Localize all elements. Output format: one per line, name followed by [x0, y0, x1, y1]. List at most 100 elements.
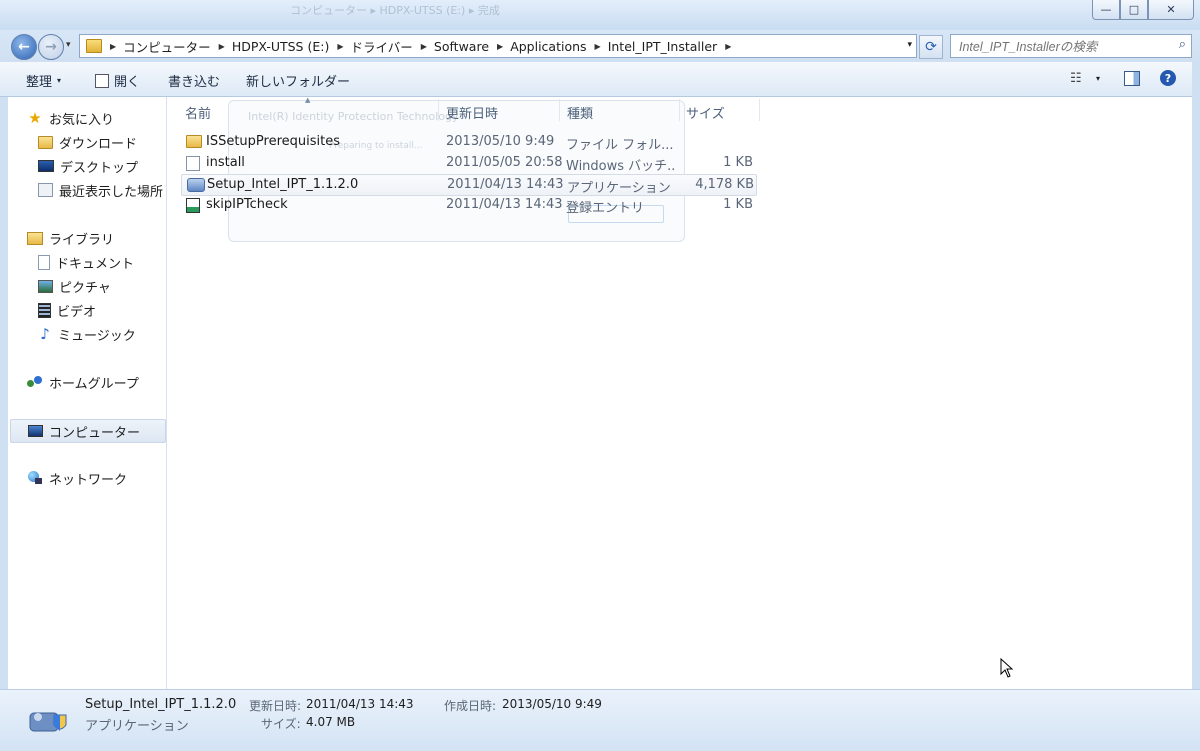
- file-name: skipIPTcheck: [206, 197, 288, 212]
- command-bar: 整理 ▾ 開く 書き込む 新しいフォルダー ☷ ▾ ?: [0, 62, 1192, 97]
- search-input[interactable]: [957, 37, 1166, 57]
- organize-button[interactable]: 整理 ▾: [26, 71, 61, 90]
- nav-pictures[interactable]: ピクチャ: [38, 275, 111, 297]
- application-icon: [187, 178, 205, 192]
- close-button[interactable]: ✕: [1148, 0, 1194, 20]
- open-label: 開く: [114, 75, 141, 90]
- nav-favorites[interactable]: ★ お気に入り: [27, 107, 114, 129]
- minimize-button[interactable]: —: [1092, 0, 1120, 20]
- search-icon[interactable]: ⌕: [1179, 37, 1186, 52]
- details-created-label: 作成日時:: [444, 699, 497, 713]
- nav-label: 最近表示した場所: [59, 184, 164, 200]
- nav-label: デスクトップ: [60, 160, 139, 176]
- column-header-type[interactable]: 種類: [567, 103, 593, 122]
- desktop-icon: [38, 160, 54, 172]
- open-button[interactable]: 開く: [95, 71, 140, 90]
- file-type: Windows バッチ...: [566, 159, 676, 174]
- breadcrumb-software[interactable]: Software: [434, 39, 489, 54]
- column-divider[interactable]: [759, 99, 760, 121]
- navigation-pane: ★ お気に入り ダウンロード デスクトップ 最近表示した場所 ライブラリ ドキュメ…: [8, 97, 167, 689]
- views-icon[interactable]: ☷: [1070, 71, 1082, 86]
- nav-network[interactable]: ネットワーク: [27, 467, 127, 489]
- chevron-right-icon[interactable]: ▶: [219, 42, 225, 51]
- sort-ascending-icon: ▲: [305, 96, 311, 104]
- nav-downloads[interactable]: ダウンロード: [38, 131, 137, 153]
- breadcrumb-drive[interactable]: HDPX-UTSS (E:): [232, 39, 330, 54]
- file-name: install: [206, 155, 245, 170]
- details-size-value: 4.07 MB: [306, 715, 356, 729]
- nav-videos[interactable]: ビデオ: [38, 299, 96, 321]
- nav-label: お気に入り: [49, 112, 115, 128]
- nav-homegroup[interactable]: ホームグループ: [27, 371, 139, 393]
- forward-button[interactable]: →: [38, 34, 64, 60]
- breadcrumb-applications[interactable]: Applications: [510, 39, 586, 54]
- file-row-selected[interactable]: Setup_Intel_IPT_1.1.2.0 2011/04/13 14:43…: [181, 174, 757, 196]
- chevron-right-icon[interactable]: ▶: [421, 42, 427, 51]
- search-box[interactable]: ⌕: [950, 34, 1192, 58]
- file-row[interactable]: ISSetupPrerequisites 2013/05/10 9:49 ファイ…: [181, 132, 755, 153]
- file-row[interactable]: skipIPTcheck 2011/04/13 14:43 登録エントリ 1 K…: [181, 195, 755, 216]
- star-icon: ★: [28, 109, 42, 127]
- file-row[interactable]: install 2011/05/05 20:58 Windows バッチ... …: [181, 153, 755, 174]
- column-header-size[interactable]: サイズ: [686, 103, 725, 122]
- chevron-down-icon[interactable]: ▾: [1096, 74, 1100, 83]
- file-type: ファイル フォル...: [566, 138, 674, 153]
- nav-music[interactable]: ♪ ミュージック: [38, 323, 136, 345]
- pictures-icon: [38, 279, 53, 293]
- downloads-folder-icon: [38, 135, 53, 149]
- breadcrumb-computer[interactable]: コンピューター: [123, 37, 211, 56]
- refresh-icon: ⟳: [925, 39, 937, 55]
- folder-icon: [186, 135, 202, 148]
- chevron-right-icon[interactable]: ▶: [595, 42, 601, 51]
- address-row: ← → ▾ ▶ コンピューター ▶ HDPX-UTSS (E:) ▶ ドライバー…: [0, 30, 1200, 62]
- nav-libraries[interactable]: ライブラリ: [27, 227, 114, 249]
- forward-arrow-icon: →: [45, 39, 57, 55]
- breadcrumb-drivers[interactable]: ドライバー: [351, 37, 413, 56]
- window-controls: — □ ✕: [1092, 0, 1194, 20]
- new-folder-label: 新しいフォルダー: [246, 75, 351, 90]
- address-bar[interactable]: ▶ コンピューター ▶ HDPX-UTSS (E:) ▶ ドライバー ▶ Sof…: [79, 34, 917, 58]
- chevron-right-icon[interactable]: ▶: [337, 42, 343, 51]
- chevron-right-icon[interactable]: ▶: [725, 42, 731, 51]
- music-note-icon: ♪: [40, 325, 50, 343]
- help-icon[interactable]: ?: [1160, 70, 1176, 86]
- preview-pane-icon[interactable]: [1124, 71, 1140, 86]
- details-modified-label: 更新日時:: [249, 699, 302, 713]
- nav-label: ライブラリ: [49, 232, 115, 248]
- nav-recent-places[interactable]: 最近表示した場所: [38, 179, 163, 201]
- column-divider[interactable]: [559, 99, 560, 121]
- burn-button[interactable]: 書き込む: [168, 71, 220, 90]
- details-created-value: 2013/05/10 9:49: [502, 697, 602, 711]
- nav-computer[interactable]: コンピューター: [10, 419, 166, 443]
- documents-icon: [38, 254, 50, 270]
- recent-pages-dropdown[interactable]: ▾: [66, 40, 71, 50]
- file-type: アプリケーション: [567, 181, 671, 196]
- address-dropdown-icon[interactable]: ▾: [907, 40, 912, 50]
- chevron-right-icon[interactable]: ▶: [497, 42, 503, 51]
- file-date: 2011/04/13 14:43: [446, 197, 563, 212]
- column-header-date[interactable]: 更新日時: [446, 103, 498, 122]
- breadcrumb-intel-ipt-installer[interactable]: Intel_IPT_Installer: [608, 39, 718, 54]
- column-divider[interactable]: [438, 99, 439, 121]
- maximize-button[interactable]: □: [1120, 0, 1148, 20]
- libraries-icon: [27, 231, 43, 245]
- new-folder-button[interactable]: 新しいフォルダー: [246, 71, 350, 90]
- nav-desktop[interactable]: デスクトップ: [38, 155, 138, 177]
- column-divider[interactable]: [679, 99, 680, 121]
- recent-places-icon: [38, 183, 53, 197]
- computer-icon: [28, 425, 43, 437]
- details-size-label: サイズ:: [261, 717, 301, 731]
- refresh-button[interactable]: ⟳: [919, 35, 943, 59]
- nav-label: コンピューター: [49, 425, 141, 441]
- ghost-title: コンピューター ▸ HDPX-UTSS (E:) ▸ 完成: [290, 4, 500, 17]
- details-modified-value: 2011/04/13 14:43: [306, 697, 414, 711]
- folder-icon: [86, 39, 102, 53]
- registry-icon: [186, 198, 200, 213]
- open-icon: [95, 73, 109, 88]
- column-header-name[interactable]: 名前: [185, 103, 211, 122]
- title-bar: コンピューター ▸ HDPX-UTSS (E:) ▸ 完成 — □ ✕: [0, 0, 1200, 30]
- nav-documents[interactable]: ドキュメント: [38, 251, 134, 273]
- back-button[interactable]: ←: [11, 34, 37, 60]
- burn-label: 書き込む: [168, 75, 221, 90]
- chevron-right-icon[interactable]: ▶: [110, 42, 116, 51]
